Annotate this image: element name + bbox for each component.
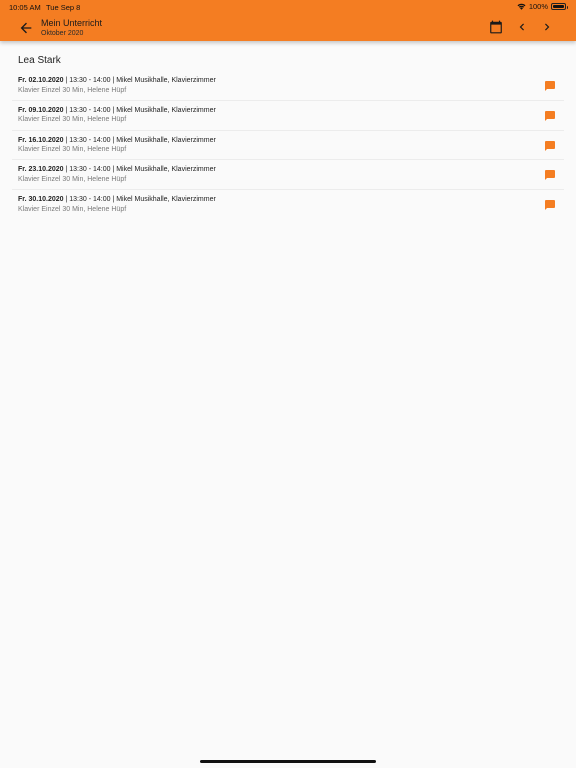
calendar-button[interactable] — [489, 20, 503, 34]
lesson-header: Fr. 30.10.2020 | 13:30 - 14:00 | Mikel M… — [18, 196, 216, 203]
lesson-date: Fr. 23.10.2020 — [18, 166, 64, 174]
comment-icon — [545, 170, 555, 181]
battery-icon — [551, 3, 568, 10]
chevron-right-icon — [545, 23, 550, 31]
status-date: Tue Sep 8 — [46, 3, 81, 12]
comment-icon — [545, 200, 555, 211]
lesson-item[interactable]: Fr. 23.10.2020 | 13:30 - 14:00 | Mikel M… — [12, 160, 564, 191]
arrow-back-icon — [20, 22, 32, 34]
lesson-list: Fr. 02.10.2020 | 13:30 - 14:00 | Mikel M… — [12, 71, 564, 220]
lesson-time-location: | 13:30 - 14:00 | Mikel Musikhalle, Klav… — [63, 136, 216, 144]
lesson-header: Fr. 16.10.2020 | 13:30 - 14:00 | Mikel M… — [18, 137, 216, 144]
app-bar: 10:05 AM Tue Sep 8 100% Mein Unterricht … — [0, 0, 576, 41]
lesson-date: Fr. 09.10.2020 — [18, 106, 64, 114]
lesson-date: Fr. 16.10.2020 — [18, 136, 64, 144]
comment-button[interactable] — [544, 109, 556, 121]
comment-icon — [545, 140, 555, 151]
page-subtitle: Oktober 2020 — [41, 30, 84, 37]
lesson-item[interactable]: Fr. 09.10.2020 | 13:30 - 14:00 | Mikel M… — [12, 101, 564, 131]
comment-button[interactable] — [544, 168, 556, 181]
lesson-header: Fr. 02.10.2020 | 13:30 - 14:00 | Mikel M… — [18, 77, 216, 84]
page-title: Mein Unterricht — [41, 18, 103, 28]
lesson-description: Klavier Einzel 30 Min, Helene Hüpf — [18, 116, 127, 124]
calendar-icon — [490, 20, 502, 34]
lesson-time-location: | 13:30 - 14:00 | Mikel Musikhalle, Klav… — [63, 166, 216, 174]
status-indicators: 100% — [517, 2, 568, 11]
back-button[interactable] — [18, 20, 34, 36]
lesson-date: Fr. 30.10.2020 — [18, 196, 64, 204]
student-name: Lea Stark — [18, 55, 61, 66]
lesson-time-location: | 13:30 - 14:00 | Mikel Musikhalle, Klav… — [63, 77, 216, 84]
comment-button[interactable] — [544, 198, 556, 211]
previous-month-button[interactable] — [515, 20, 529, 34]
lesson-description: Klavier Einzel 30 Min, Helene Hüpf — [18, 86, 127, 94]
comment-icon — [545, 110, 555, 121]
lesson-description: Klavier Einzel 30 Min, Helene Hüpf — [18, 175, 127, 183]
status-time: 10:05 AM — [9, 3, 41, 12]
lesson-item[interactable]: Fr. 02.10.2020 | 13:30 - 14:00 | Mikel M… — [12, 71, 564, 101]
battery-percent: 100% — [528, 2, 548, 11]
lesson-item[interactable]: Fr. 16.10.2020 | 13:30 - 14:00 | Mikel M… — [12, 131, 564, 161]
comment-button[interactable] — [544, 139, 556, 151]
home-indicator[interactable] — [200, 760, 376, 763]
comment-button[interactable] — [544, 79, 556, 91]
lesson-item[interactable]: Fr. 30.10.2020 | 13:30 - 14:00 | Mikel M… — [12, 190, 564, 220]
wifi-icon — [517, 3, 526, 10]
lesson-date: Fr. 02.10.2020 — [18, 77, 64, 84]
comment-icon — [545, 81, 555, 91]
status-bar: 10:05 AM Tue Sep 8 100% — [0, 0, 576, 14]
lesson-description: Klavier Einzel 30 Min, Helene Hüpf — [18, 146, 127, 154]
lesson-description: Klavier Einzel 30 Min, Helene Hüpf — [18, 205, 127, 213]
lesson-header: Fr. 23.10.2020 | 13:30 - 14:00 | Mikel M… — [18, 166, 216, 173]
lesson-time-location: | 13:30 - 14:00 | Mikel Musikhalle, Klav… — [63, 196, 216, 204]
lesson-header: Fr. 09.10.2020 | 13:30 - 14:00 | Mikel M… — [18, 107, 216, 114]
chevron-left-icon — [519, 23, 524, 31]
next-month-button[interactable] — [540, 20, 554, 34]
lesson-time-location: | 13:30 - 14:00 | Mikel Musikhalle, Klav… — [63, 106, 216, 114]
header-title-block: Mein Unterricht Oktober 2020 — [41, 18, 102, 38]
